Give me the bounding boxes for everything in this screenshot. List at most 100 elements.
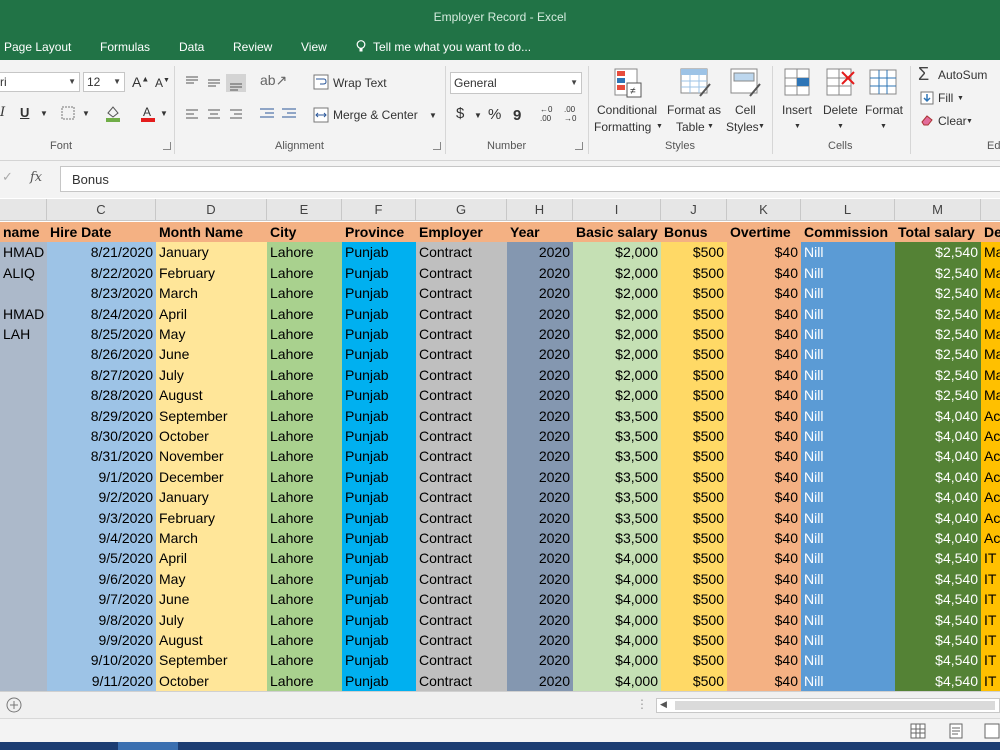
- table-cell[interactable]: [0, 548, 47, 569]
- table-cell[interactable]: 2020: [507, 426, 573, 447]
- table-cell[interactable]: Ma: [981, 324, 1000, 345]
- table-cell[interactable]: $4,540: [895, 548, 981, 569]
- table-cell[interactable]: Ma: [981, 303, 1000, 324]
- table-cell[interactable]: Contract: [416, 405, 507, 426]
- table-cell[interactable]: 2020: [507, 405, 573, 426]
- table-cell[interactable]: Lahore: [267, 548, 342, 569]
- delete-button[interactable]: Delete: [823, 103, 858, 117]
- table-cell[interactable]: October: [156, 426, 267, 447]
- table-cell[interactable]: Nill: [801, 507, 895, 528]
- table-cell[interactable]: 2020: [507, 568, 573, 590]
- fill-color-icon[interactable]: [104, 104, 122, 122]
- table-cell[interactable]: $40: [727, 466, 801, 488]
- table-cell[interactable]: $4,540: [895, 630, 981, 651]
- table-cell[interactable]: June: [156, 589, 267, 610]
- table-cell[interactable]: 9/7/2020: [47, 589, 156, 610]
- chevron-down-icon[interactable]: ▼: [794, 123, 801, 130]
- table-cell[interactable]: $2,000: [573, 262, 661, 284]
- table-cell[interactable]: Nill: [801, 609, 895, 630]
- table-cell[interactable]: $4,540: [895, 589, 981, 610]
- table-cell[interactable]: Nill: [801, 650, 895, 671]
- table-cell[interactable]: Punjab: [342, 568, 416, 590]
- table-cell[interactable]: $500: [661, 262, 727, 284]
- table-cell[interactable]: Punjab: [342, 630, 416, 651]
- table-cell[interactable]: Ma: [981, 242, 1000, 263]
- table-cell[interactable]: Contract: [416, 630, 507, 651]
- format-as-table-label-2[interactable]: Table: [676, 120, 705, 134]
- table-cell[interactable]: Contract: [416, 262, 507, 284]
- horizontal-align-icons[interactable]: [184, 108, 248, 122]
- table-cell[interactable]: Nill: [801, 303, 895, 324]
- comma-style-icon[interactable]: 9: [513, 107, 521, 124]
- merge-center-button[interactable]: Merge & Center: [333, 108, 418, 122]
- table-cell[interactable]: $4,000: [573, 630, 661, 651]
- column-header[interactable]: L: [801, 199, 895, 221]
- table-cell[interactable]: $2,000: [573, 303, 661, 324]
- table-cell[interactable]: $3,500: [573, 528, 661, 549]
- table-cell[interactable]: Ac: [981, 426, 1000, 447]
- header-cell[interactable]: Overtime: [727, 222, 801, 243]
- decrease-font-icon[interactable]: A▼: [155, 76, 170, 90]
- table-cell[interactable]: 2020: [507, 303, 573, 324]
- table-cell[interactable]: IT: [981, 650, 1000, 671]
- table-cell[interactable]: LAH: [0, 324, 47, 345]
- table-cell[interactable]: Punjab: [342, 609, 416, 630]
- table-cell[interactable]: Ma: [981, 364, 1000, 386]
- header-cell[interactable]: Commission: [801, 222, 895, 243]
- table-cell[interactable]: 2020: [507, 283, 573, 304]
- table-cell[interactable]: April: [156, 303, 267, 324]
- table-cell[interactable]: 8/27/2020: [47, 364, 156, 386]
- table-cell[interactable]: 2020: [507, 324, 573, 345]
- table-cell[interactable]: $40: [727, 507, 801, 528]
- table-cell[interactable]: Nill: [801, 630, 895, 651]
- table-cell[interactable]: Ac: [981, 466, 1000, 488]
- table-cell[interactable]: Nill: [801, 242, 895, 263]
- table-cell[interactable]: [0, 609, 47, 630]
- table-cell[interactable]: Ma: [981, 262, 1000, 284]
- table-cell[interactable]: Punjab: [342, 507, 416, 528]
- spreadsheet-grid[interactable]: C D E F G H I J K L Mname Hire Date Month Name City Pr…: [0, 199, 1000, 691]
- table-cell[interactable]: 2020: [507, 609, 573, 630]
- tab-review[interactable]: Review: [233, 40, 272, 54]
- table-cell[interactable]: $2,540: [895, 283, 981, 304]
- table-cell[interactable]: $40: [727, 446, 801, 467]
- table-cell[interactable]: $4,040: [895, 405, 981, 426]
- table-cell[interactable]: Contract: [416, 344, 507, 365]
- column-header[interactable]: [981, 199, 1000, 221]
- table-cell[interactable]: Nill: [801, 344, 895, 365]
- table-cell[interactable]: Lahore: [267, 426, 342, 447]
- borders-icon[interactable]: [61, 106, 75, 120]
- table-cell[interactable]: $40: [727, 670, 801, 691]
- table-cell[interactable]: Lahore: [267, 385, 342, 406]
- table-cell[interactable]: $500: [661, 568, 727, 590]
- column-header[interactable]: [0, 199, 47, 221]
- underline-button[interactable]: U: [20, 105, 29, 120]
- table-cell[interactable]: Ac: [981, 487, 1000, 508]
- table-cell[interactable]: [0, 670, 47, 691]
- vertical-align-icons[interactable]: [184, 74, 248, 92]
- table-cell[interactable]: Punjab: [342, 528, 416, 549]
- chevron-down-icon[interactable]: ▼: [474, 111, 482, 120]
- column-header[interactable]: K: [727, 199, 801, 221]
- table-cell[interactable]: $4,000: [573, 548, 661, 569]
- fill-button[interactable]: Fill: [938, 91, 953, 105]
- table-cell[interactable]: $4,540: [895, 609, 981, 630]
- table-cell[interactable]: Punjab: [342, 242, 416, 263]
- table-cell[interactable]: Nill: [801, 364, 895, 386]
- table-cell[interactable]: $3,500: [573, 466, 661, 488]
- italic-button[interactable]: I: [0, 105, 5, 120]
- table-cell[interactable]: Lahore: [267, 507, 342, 528]
- table-cell[interactable]: June: [156, 344, 267, 365]
- number-format-box[interactable]: General ▼: [450, 72, 582, 94]
- table-cell[interactable]: Contract: [416, 426, 507, 447]
- scroll-thumb[interactable]: [675, 701, 995, 710]
- table-cell[interactable]: Ac: [981, 528, 1000, 549]
- table-cell[interactable]: $500: [661, 364, 727, 386]
- format-as-table-label-1[interactable]: Format as: [667, 103, 721, 117]
- table-cell[interactable]: $40: [727, 262, 801, 284]
- insert-function-button[interactable]: fx: [30, 170, 42, 185]
- formula-input[interactable]: Bonus: [60, 166, 1000, 192]
- format-button[interactable]: Format: [865, 103, 903, 117]
- table-cell[interactable]: IT: [981, 548, 1000, 569]
- table-cell[interactable]: HMAD: [0, 303, 47, 324]
